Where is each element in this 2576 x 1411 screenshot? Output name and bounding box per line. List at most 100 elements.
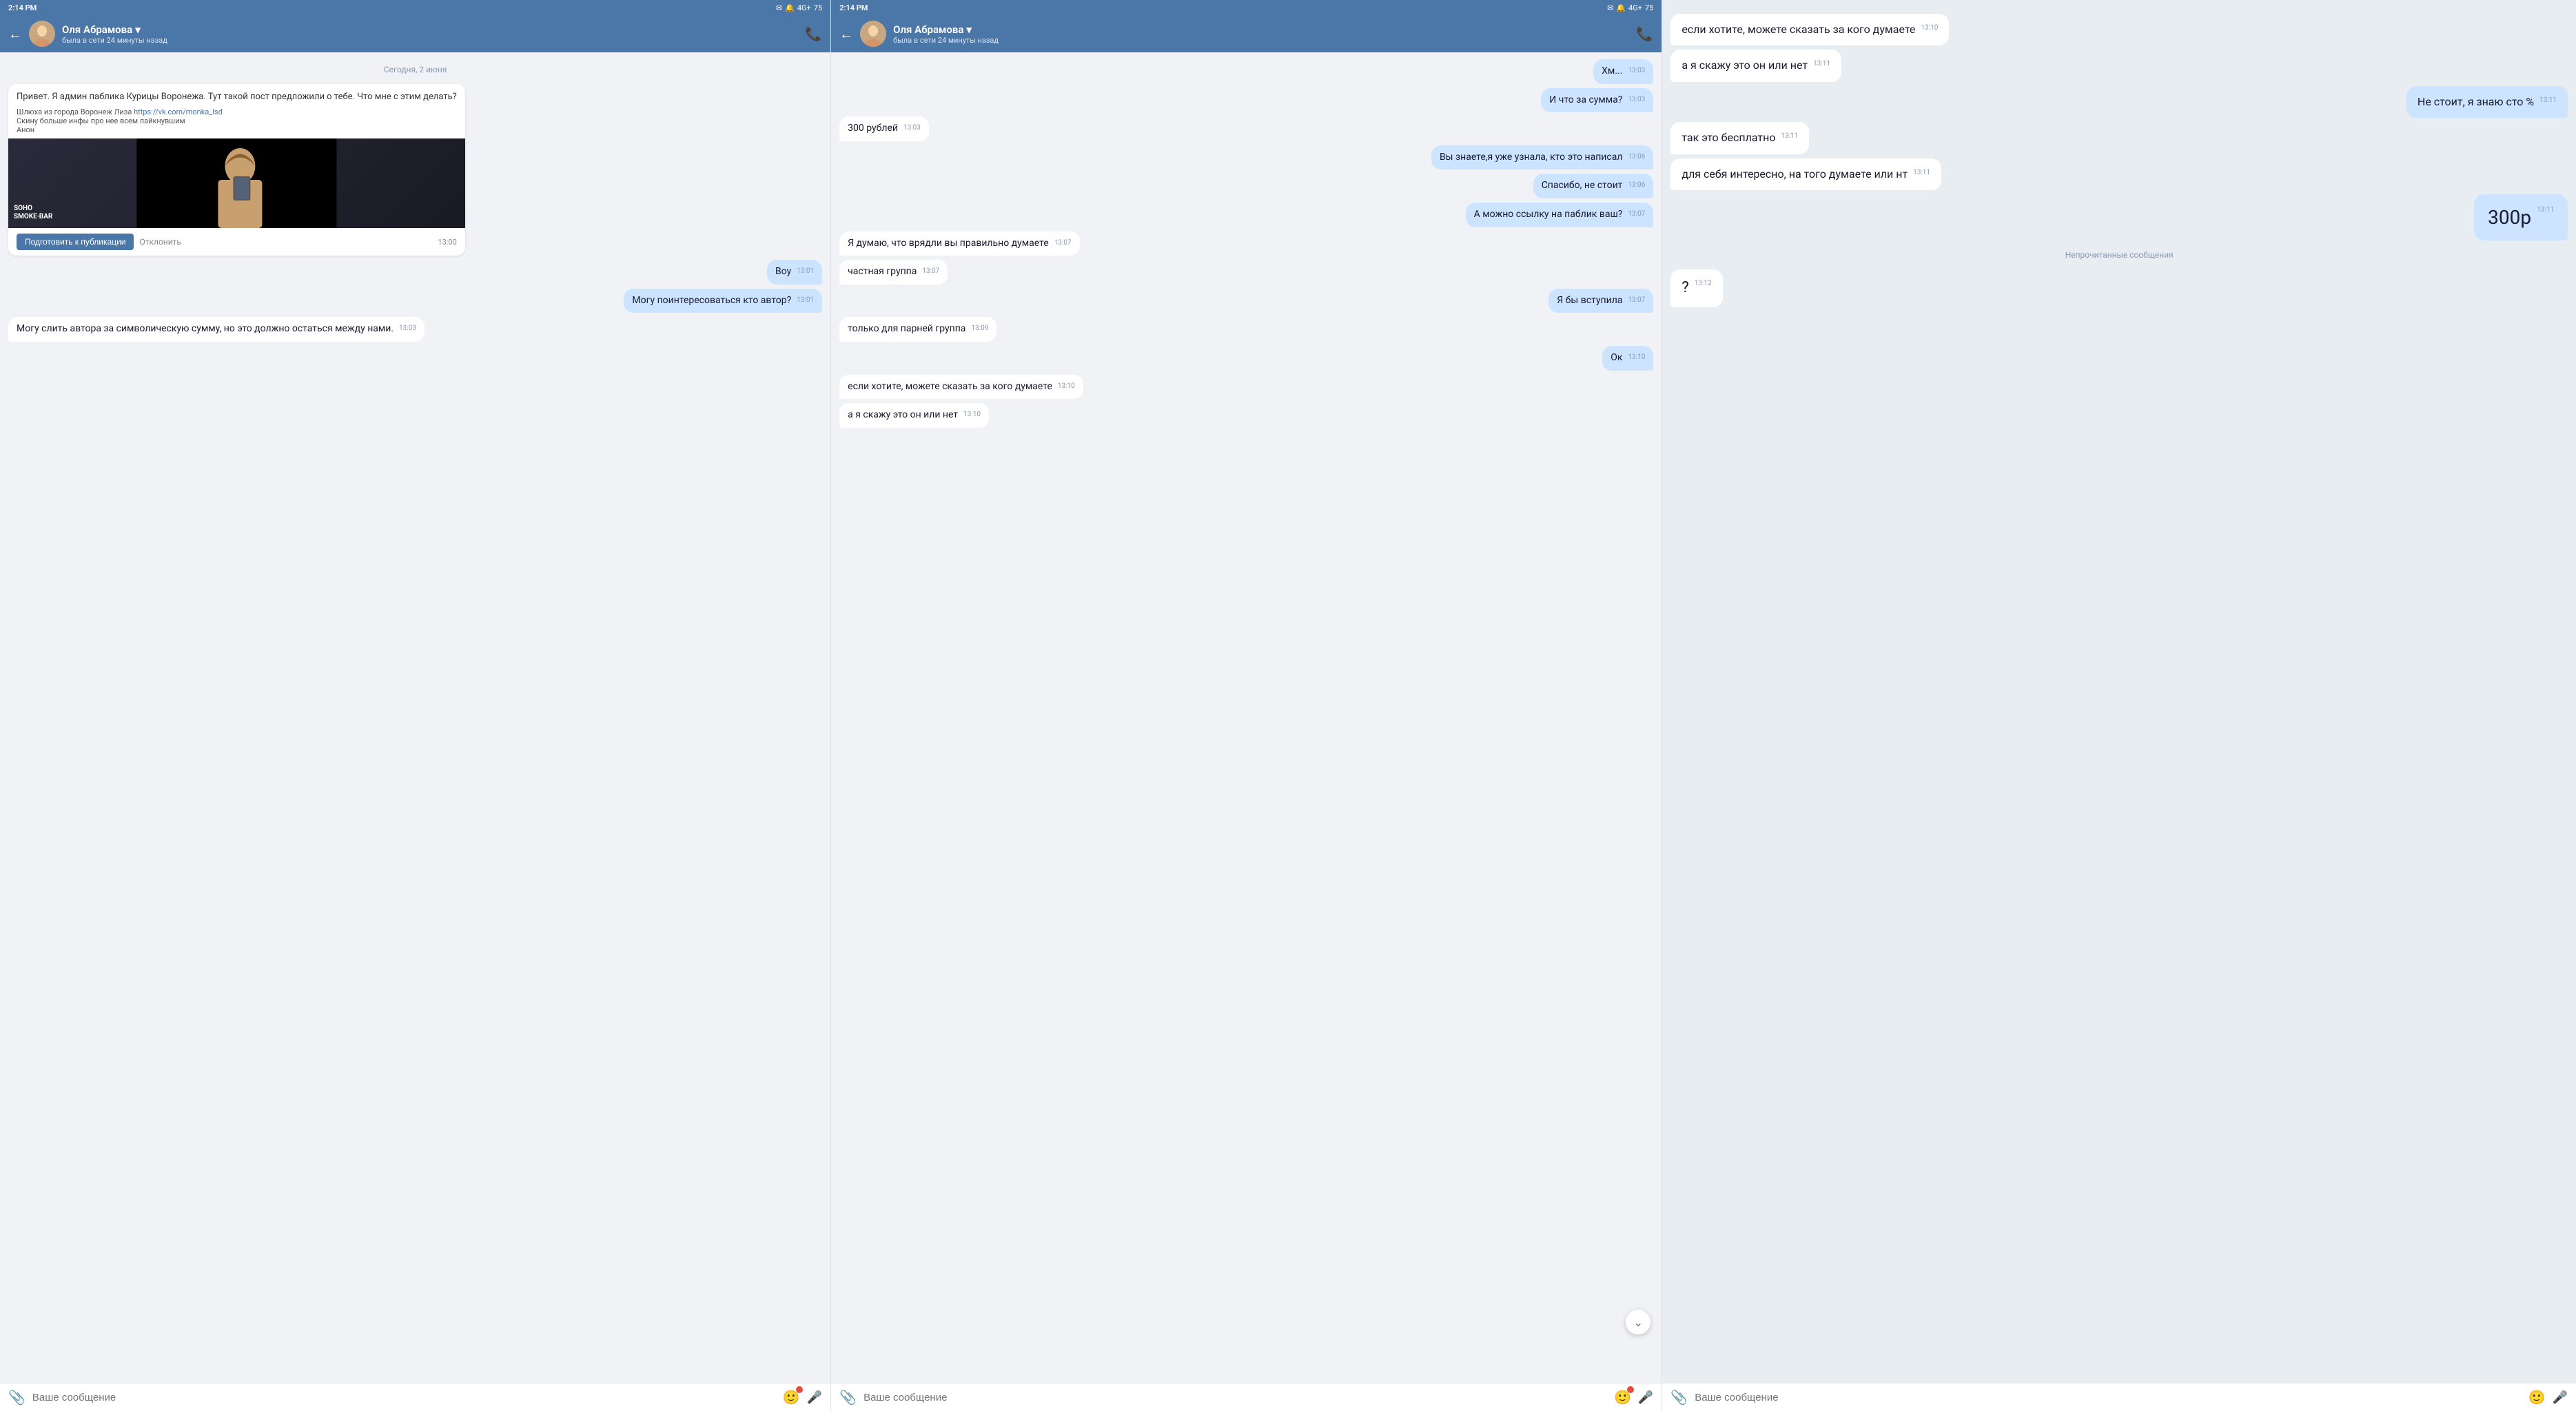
bubble: Могу слить автора за символическую сумму…	[8, 317, 425, 342]
notification-icon-m: 🔔	[1616, 3, 1626, 12]
card-bubble: Привет. Я админ паблика Курицы Воронежа.…	[8, 84, 465, 256]
status-icons-left: ✉ 🔔 4G+ 75	[776, 3, 822, 12]
bubble: Спасибо, не стоит 13:06	[1533, 174, 1654, 198]
bubble: Могу поинтересоваться кто автор? 13:01	[624, 289, 822, 313]
msg-row: Ок 13:10	[839, 346, 1653, 371]
msg-row: Я думаю, что врядли вы правильно думаете…	[839, 231, 1653, 256]
bubble: так это бесплатно 13:11	[1670, 122, 1809, 154]
msg-row: Могу слить автора за символическую сумму…	[8, 317, 822, 342]
network-icon: 4G+	[797, 3, 811, 12]
chat-header-middle: ← Оля Абрамова ▾ была в сети 24 минуты н…	[831, 15, 1662, 52]
chat-header-left: ← Оля Абрамова ▾ была в сети 24 минуты н…	[0, 15, 830, 52]
status-icons-middle: ✉ 🔔 4G+ 75	[1607, 3, 1653, 12]
publish-button[interactable]: Подготовить к публикации	[17, 234, 134, 250]
card-image: SOHOSMOKE·BAR	[8, 138, 465, 228]
msg-row: если хотите, можете сказать за кого дума…	[839, 375, 1653, 400]
bubble: Я бы вступила 13:07	[1548, 289, 1653, 313]
messages-area-left: Сегодня, 2 июня Привет. Я админ паблика …	[0, 52, 830, 1383]
bubble: Вы знаете,я уже узнала, кто это написал …	[1431, 145, 1653, 170]
mic-icon-r[interactable]: 🎤	[2553, 1390, 2568, 1405]
bubble: Не стоит, я знаю сто % 13:11	[2406, 86, 2568, 118]
bubble-300: 300р 13:11	[2474, 194, 2568, 240]
network-icon-m: 4G+	[1628, 3, 1642, 12]
status-time-middle: 2:14 PM	[839, 3, 868, 12]
bubble: ? 13:12	[1670, 269, 1722, 307]
status-bar-middle: 2:14 PM ✉ 🔔 4G+ 75	[831, 0, 1662, 15]
emoji-wrapper-middle: 🙂	[1614, 1389, 1631, 1405]
back-button-left[interactable]: ←	[8, 25, 22, 43]
header-info-left: Оля Абрамова ▾ была в сети 24 минуты наз…	[62, 23, 798, 45]
call-button-middle[interactable]: 📞	[1636, 25, 1653, 42]
mic-icon[interactable]: 🎤	[807, 1390, 822, 1405]
header-info-middle: Оля Абрамова ▾ была в сети 24 минуты наз…	[893, 23, 1629, 45]
battery-icon: 75	[814, 3, 822, 12]
contact-status-left: была в сети 24 минуты назад	[62, 36, 798, 45]
unread-divider: Непрочитанные сообщения	[1670, 250, 2568, 260]
msg-row: Я бы вступила 13:07	[839, 289, 1653, 313]
message-input-middle[interactable]	[863, 1392, 1607, 1403]
bubble: Ок 13:10	[1602, 346, 1653, 371]
bubble: только для парней группа 13:09	[839, 317, 996, 342]
messages-area-middle: Хм... 13:03 И что за сумма? 13:03 300 ру…	[831, 52, 1662, 1383]
msg-row: 300 рублей 13:03	[839, 116, 1653, 141]
card-text: Привет. Я админ паблика Курицы Воронежа.…	[8, 84, 465, 103]
reject-button[interactable]: Отклонить	[139, 237, 181, 247]
bubble: Я думаю, что врядли вы правильно думаете…	[839, 231, 1079, 256]
middle-panel: 2:14 PM ✉ 🔔 4G+ 75 ← Оля Абрамова ▾ была…	[831, 0, 1662, 1411]
attach-icon-m[interactable]: 📎	[839, 1389, 857, 1405]
emoji-wrapper-left: 🙂	[783, 1389, 800, 1405]
message-input-left[interactable]	[32, 1392, 776, 1403]
input-area-left: 📎 🙂 🎤	[0, 1383, 830, 1411]
msg-row: Воу 13:01	[8, 260, 822, 285]
msg-row: Не стоит, я знаю сто % 13:11	[1670, 86, 2568, 118]
chevron-icon: ▾	[135, 23, 141, 36]
msg-row: только для парней группа 13:09	[839, 317, 1653, 342]
contact-status-middle: была в сети 24 минуты назад	[893, 36, 1629, 45]
attach-icon[interactable]: 📎	[8, 1389, 25, 1405]
msg-row: Могу поинтересоваться кто автор? 13:01	[8, 289, 822, 313]
right-panel: если хотите, можете сказать за кого дума…	[1662, 0, 2576, 1411]
msg-row: Привет. Я админ паблика Курицы Воронежа.…	[8, 84, 822, 256]
bubble: 300 рублей 13:03	[839, 116, 929, 141]
bubble: если хотите, можете сказать за кого дума…	[839, 375, 1083, 400]
signal-icon-m: ✉	[1607, 3, 1613, 12]
notification-icon: 🔔	[785, 3, 795, 12]
bubble: если хотите, можете сказать за кого дума…	[1670, 14, 1949, 45]
msg-row: Спасибо, не стоит 13:06	[839, 174, 1653, 198]
bubble: частная группа 13:07	[839, 260, 948, 285]
status-time-left: 2:14 PM	[8, 3, 37, 12]
msg-row: А можно ссылку на паблик ваш? 13:07	[839, 203, 1653, 227]
bubble: Воу 13:01	[767, 260, 822, 285]
avatar-middle	[860, 21, 886, 47]
messages-area-right: если хотите, можете сказать за кого дума…	[1662, 0, 2576, 1383]
msg-row: Хм... 13:03	[839, 59, 1653, 84]
mic-icon-m[interactable]: 🎤	[1638, 1390, 1653, 1405]
left-panel: 2:14 PM ✉ 🔔 4G+ 75 ← Оля Абрамова ▾ была…	[0, 0, 831, 1411]
input-area-right: 📎 🙂 🎤	[1662, 1383, 2576, 1411]
venue-text: SOHOSMOKE·BAR	[14, 205, 52, 221]
msg-row: 300р 13:11	[1670, 194, 2568, 240]
input-area-middle: 📎 🙂 🎤	[831, 1383, 1662, 1411]
bubble: а я скажу это он или нет 13:11	[1670, 50, 1841, 81]
emoji-icon-r[interactable]: 🙂	[2528, 1389, 2546, 1405]
msg-row: Вы знаете,я уже узнала, кто это написал …	[839, 145, 1653, 170]
chevron-icon-m: ▾	[966, 23, 972, 36]
msg-row: а я скажу это он или нет 13:10	[839, 403, 1653, 428]
bubble: а я скажу это он или нет 13:10	[839, 403, 989, 428]
emoji-badge-m	[1627, 1386, 1634, 1393]
date-divider: Сегодня, 2 июня	[8, 65, 822, 74]
bubble: И что за сумма? 13:03	[1541, 88, 1653, 113]
message-input-right[interactable]	[1695, 1392, 2521, 1403]
attach-icon-r[interactable]: 📎	[1670, 1389, 1688, 1405]
avatar-left	[29, 21, 55, 47]
msg-row: ? 13:12	[1670, 269, 2568, 307]
card-meta: Шлюха из города Воронеж Лиза https://vk.…	[8, 103, 465, 138]
emoji-badge	[796, 1386, 803, 1393]
contact-name-left: Оля Абрамова ▾	[62, 23, 798, 36]
scroll-down-button[interactable]: ⌄	[1626, 1310, 1650, 1335]
msg-row: если хотите, можете сказать за кого дума…	[1670, 14, 2568, 45]
back-button-middle[interactable]: ←	[839, 25, 853, 43]
call-button-left[interactable]: 📞	[805, 25, 822, 42]
status-bar-left: 2:14 PM ✉ 🔔 4G+ 75	[0, 0, 830, 15]
msg-row: так это бесплатно 13:11	[1670, 122, 2568, 154]
